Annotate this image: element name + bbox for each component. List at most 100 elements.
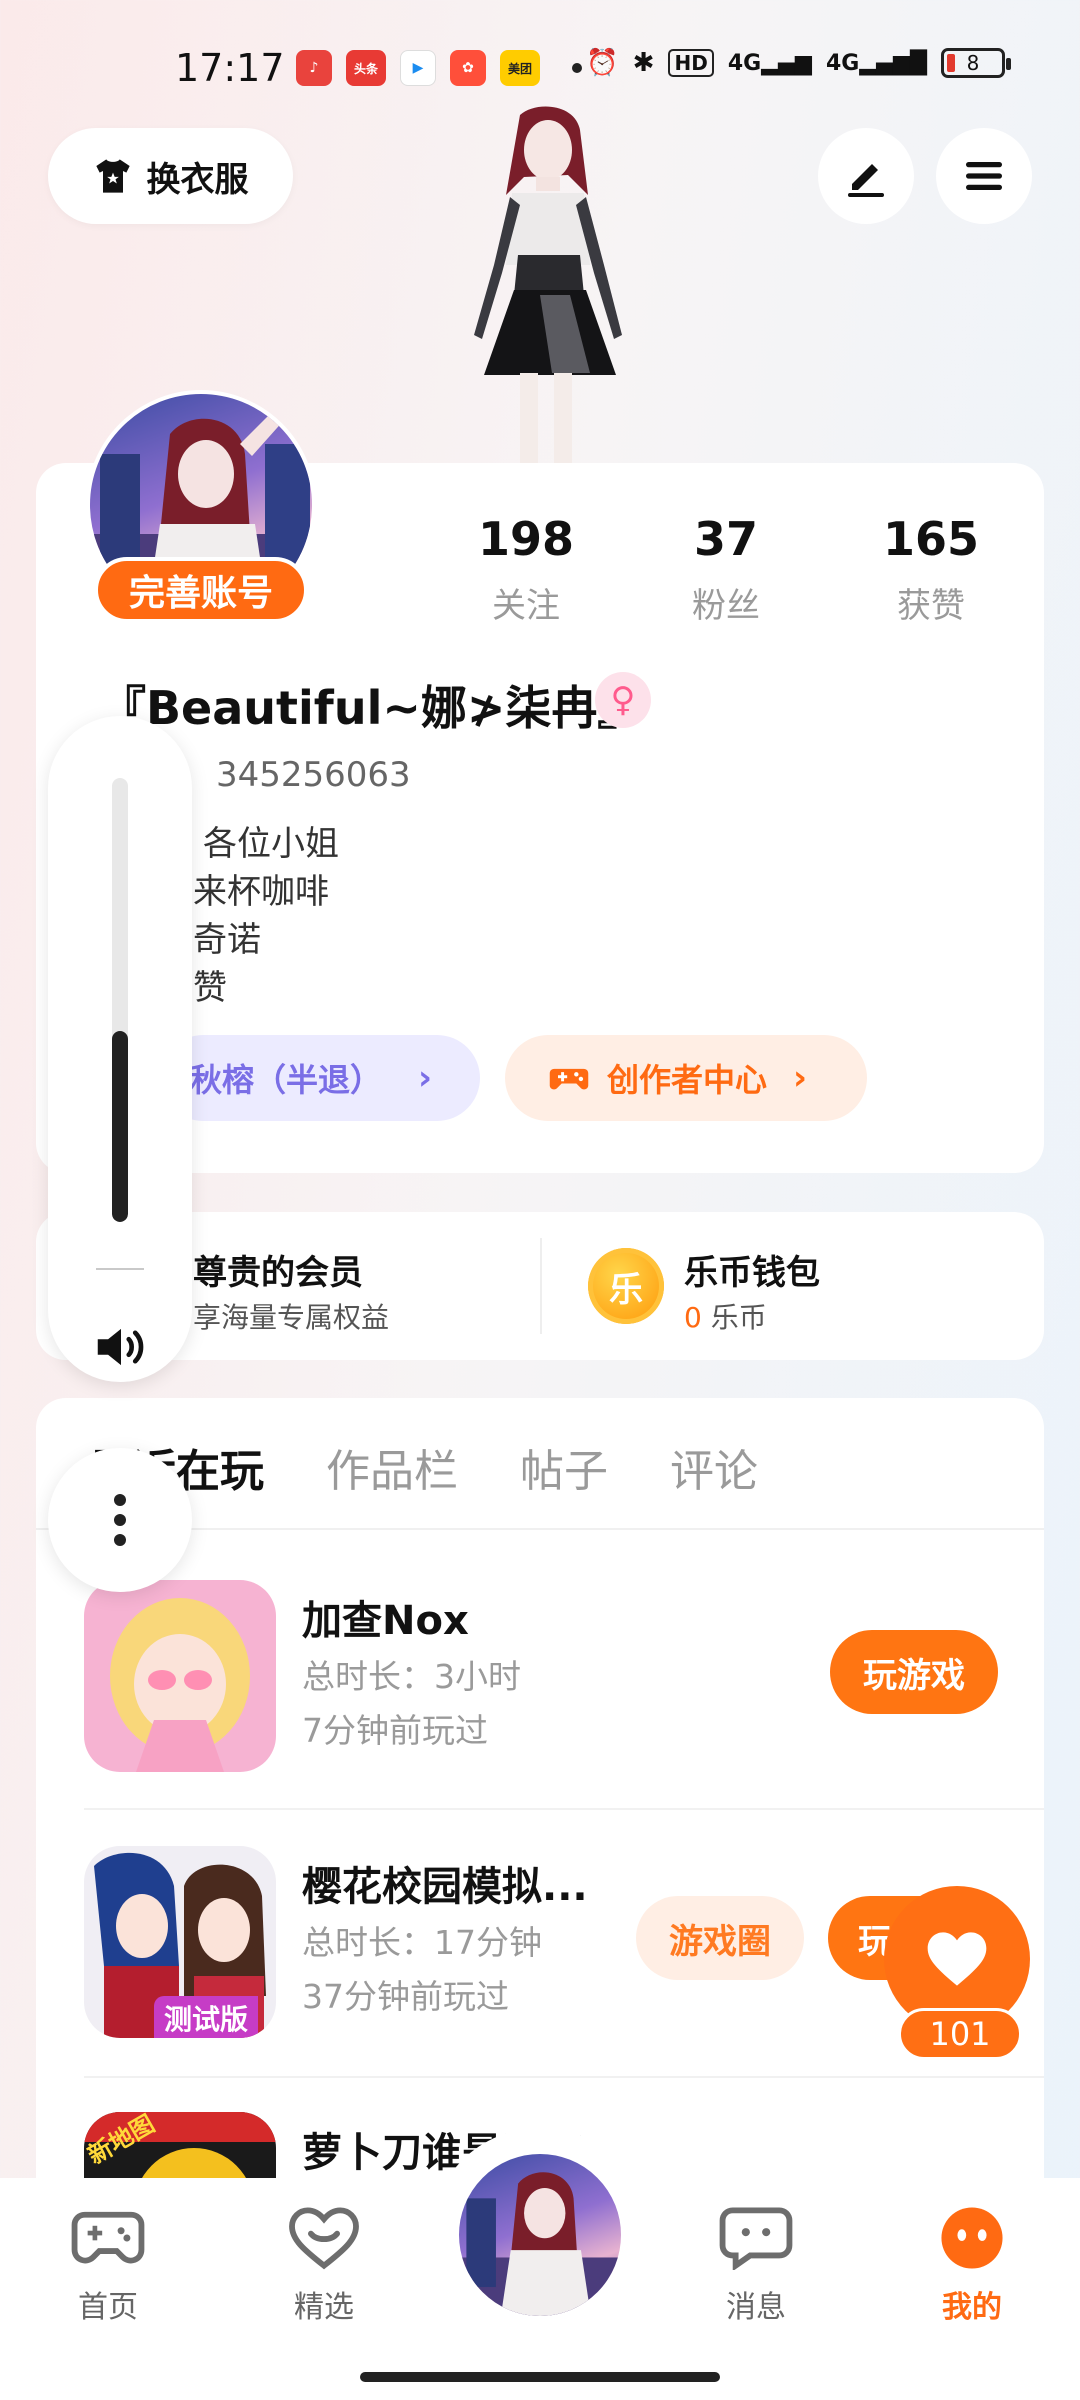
gamepad-icon: [71, 2211, 145, 2264]
game-last-played: 37分钟前玩过: [302, 1977, 509, 2016]
hd-badge: HD: [668, 49, 714, 77]
game-icon: 新地图: [84, 2112, 276, 2178]
bio: 各位小姐 来杯咖啡 奇诺 赞: [193, 820, 339, 1012]
guild-button[interactable]: 秋榕（半退） ›: [160, 1035, 480, 1121]
tab-works[interactable]: 作品栏: [326, 1435, 458, 1499]
avatar-image: [459, 2172, 621, 2316]
stat-following-label: 关注: [492, 586, 560, 626]
game-row[interactable]: 加查Nox 总时长：3小时 7分钟前玩过 玩游戏: [84, 1580, 1044, 1772]
alarm-icon: ⏰: [586, 48, 619, 78]
nav-home-label: 首页: [78, 2290, 138, 2325]
volume-slider[interactable]: [112, 778, 128, 1222]
row-divider: [84, 1808, 1044, 1810]
nickname: 『Beautiful~娜≯柒冉』: [100, 681, 644, 735]
bluetooth-icon: ✱: [632, 48, 655, 78]
female-gender-icon: ♀: [595, 672, 651, 728]
bio-line: 各位小姐: [203, 824, 339, 864]
membership-title[interactable]: 尊贵的会员: [193, 1245, 363, 1294]
nav-messages[interactable]: 消息: [696, 2206, 816, 2326]
like-count: 101: [898, 2008, 1022, 2060]
avatar-character-model[interactable]: [440, 105, 650, 465]
signal-icon-1: 4G▂▄▆: [727, 50, 812, 76]
chevron-right-icon: ›: [793, 1058, 808, 1098]
menu-button[interactable]: [936, 128, 1032, 224]
game-duration: 总时长：3小时: [302, 1657, 521, 1696]
guild-label: 秋榕（半退）: [190, 1061, 383, 1099]
home-indicator[interactable]: [360, 2372, 720, 2382]
profile-face-icon: [941, 2207, 1003, 2269]
heart-chat-icon: [289, 2207, 359, 2270]
toutiao-app-icon: 头条: [346, 50, 386, 86]
bio-line: 来杯咖啡: [193, 872, 329, 912]
nav-home[interactable]: 首页: [48, 2206, 168, 2326]
stat-fans-label: 粉丝: [692, 586, 760, 626]
game-circle-button[interactable]: 游戏圈: [636, 1896, 804, 1980]
status-time: 17:17: [175, 46, 285, 90]
notification-dot-icon: [572, 63, 582, 73]
status-indicators: ⏰ ✱ HD 4G▂▄▆ 4G▂▄▆█ 8: [586, 48, 1011, 78]
wallet-balance: 0 乐币: [684, 1296, 767, 1336]
wallet-amount: 0: [684, 1301, 702, 1334]
creator-center-button[interactable]: 创作者中心 ›: [505, 1035, 867, 1121]
meituan-app-icon: 美团: [500, 50, 540, 86]
nav-featured-label: 精选: [294, 2290, 354, 2325]
tab-posts[interactable]: 帖子: [520, 1435, 608, 1499]
game-meta: 总时长：3小时 7分钟前玩过: [302, 1650, 521, 1758]
video-app-icon: ▶: [400, 50, 436, 86]
tab-comments[interactable]: 评论: [670, 1435, 758, 1499]
stat-likes[interactable]: 165 获赞: [851, 512, 1011, 627]
more-vertical-icon: [114, 1494, 126, 1546]
stat-following[interactable]: 198 关注: [446, 512, 606, 627]
row-divider: [84, 2076, 1044, 2078]
signal-icon-2: 4G▂▄▆█: [825, 50, 927, 76]
kuaishou-app-icon: ✿: [450, 50, 486, 86]
game-meta: 总时长：17分钟 37分钟前玩过: [302, 1916, 542, 2024]
stat-following-value: 198: [477, 512, 575, 566]
complete-account-badge[interactable]: 完善账号: [94, 557, 308, 623]
hamburger-menu-icon: [966, 162, 1002, 190]
bio-line: 奇诺: [193, 920, 261, 960]
heart-icon: [927, 1932, 987, 1986]
nav-profile-label: 我的: [942, 2290, 1002, 2325]
game-name: 加查Nox: [302, 1598, 469, 1644]
music-app-icon: ♪: [296, 50, 332, 86]
stat-fans[interactable]: 37 粉丝: [646, 512, 806, 627]
tshirt-icon: [95, 159, 130, 193]
edit-profile-button[interactable]: [818, 128, 914, 224]
wallet-unit: 乐币: [710, 1301, 767, 1334]
content-tabs: 最近在玩 作品栏 帖子 评论: [88, 1435, 758, 1499]
pen-icon: [848, 164, 884, 197]
nav-featured[interactable]: 精选: [264, 2206, 384, 2326]
test-version-badge: 测试版: [154, 1996, 259, 2038]
stat-likes-label: 获赞: [897, 586, 965, 626]
battery-level: 8: [966, 51, 980, 75]
stat-fans-value: 37: [693, 512, 758, 566]
change-outfit-button[interactable]: 换衣服: [48, 128, 293, 224]
message-bubble-icon: [719, 2207, 793, 2272]
game-icon: [84, 1580, 276, 1772]
gamepad-plus-icon: [549, 1068, 589, 1090]
play-game-button[interactable]: 玩游戏: [830, 1630, 998, 1714]
chevron-right-icon: ›: [418, 1058, 433, 1098]
game-name: 樱花校园模拟...: [302, 1864, 588, 1910]
volume-divider: [96, 1268, 144, 1270]
game-icon: 测试版: [84, 1846, 276, 2038]
coin-icon: 乐: [588, 1248, 664, 1324]
game-duration: 总时长：17分钟: [302, 1923, 542, 1962]
battery-icon: 8: [941, 48, 1011, 78]
card-divider: [540, 1238, 542, 1334]
nav-center-avatar[interactable]: [455, 2150, 625, 2320]
game-last-played: 7分钟前玩过: [302, 1711, 488, 1750]
change-outfit-label: 换衣服: [146, 159, 249, 200]
user-id[interactable]: 345256063: [216, 755, 411, 795]
nav-profile[interactable]: 我的: [912, 2206, 1032, 2326]
speaker-volume-icon[interactable]: [90, 1316, 152, 1378]
status-app-icons: ♪ 头条 ▶ ✿ 美团: [296, 50, 582, 86]
volume-slider-fill: [112, 1031, 128, 1222]
membership-subtitle: 享海量专属权益: [193, 1301, 390, 1334]
nav-messages-label: 消息: [726, 2290, 786, 2325]
stat-likes-value: 165: [882, 512, 980, 566]
volume-more-button[interactable]: [48, 1448, 192, 1592]
wallet-title[interactable]: 乐币钱包: [684, 1245, 820, 1294]
creator-center-label: 创作者中心: [607, 1061, 768, 1099]
